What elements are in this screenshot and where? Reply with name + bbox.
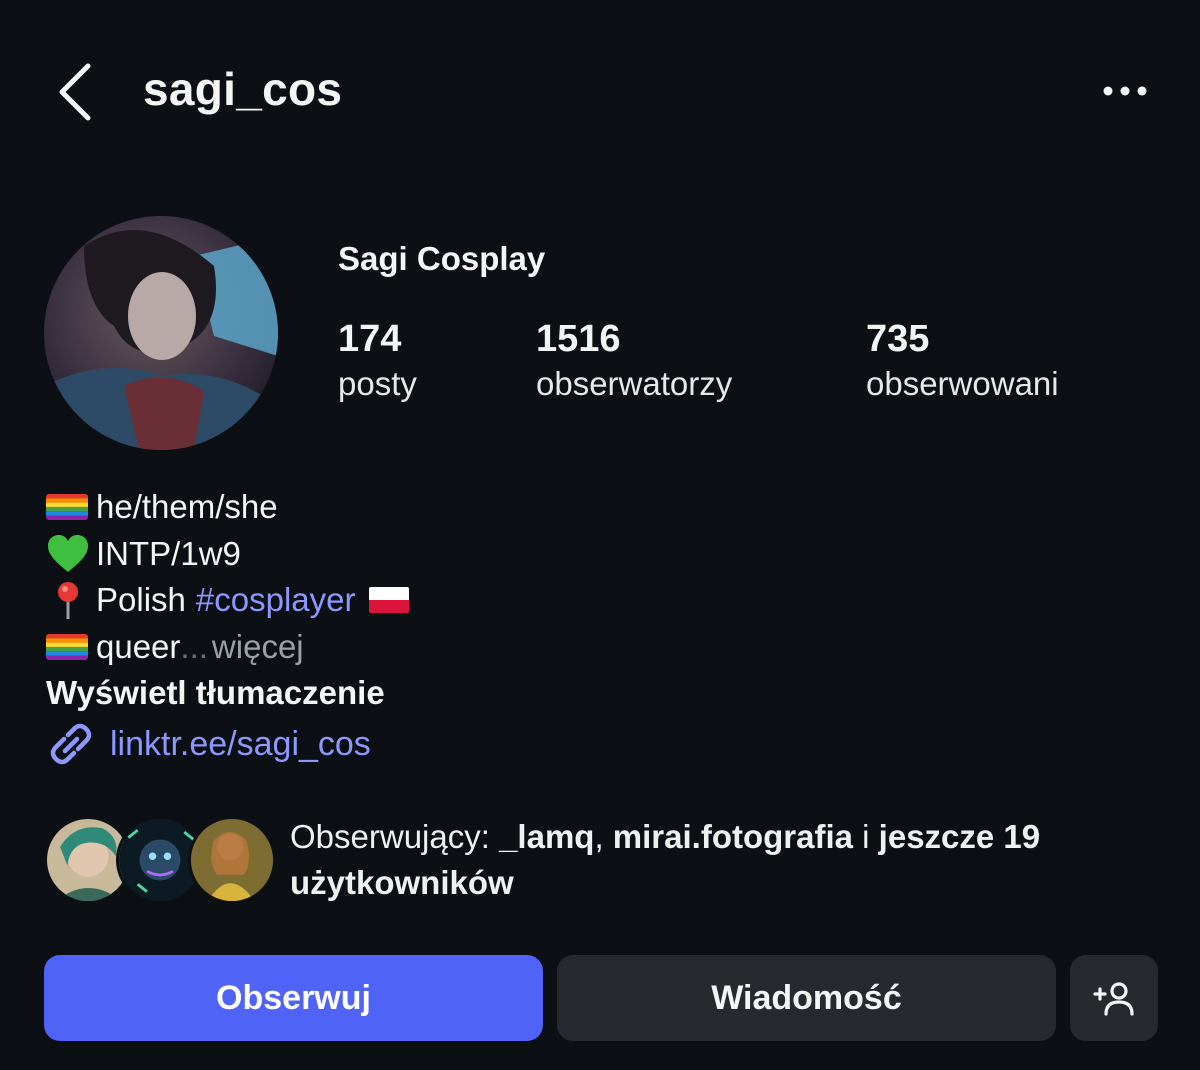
mutual-separator: , (594, 818, 613, 855)
translate-link[interactable]: Wyświetl tłumaczenie (46, 670, 409, 717)
profile-bio: he/them/she INTP/1w9 Polish #cosplayer q… (46, 484, 410, 768)
back-button[interactable] (54, 62, 98, 122)
more-horizontal-icon (1103, 86, 1147, 96)
profile-avatar[interactable] (44, 216, 278, 450)
mutual-avatar (188, 816, 276, 904)
link-icon (46, 723, 96, 765)
profile-actions: Obserwuj Wiadomość (44, 955, 1158, 1041)
mutual-prefix: Obserwujący: (290, 818, 500, 855)
rainbow-flag-icon (46, 494, 88, 521)
link-text: linktr.ee/sagi_cos (110, 724, 371, 763)
posts-label: posty (338, 365, 417, 402)
external-link[interactable]: linktr.ee/sagi_cos (46, 721, 409, 768)
more-options-button[interactable] (1100, 78, 1150, 104)
bio-line-identity: queer ... więcej (46, 624, 409, 671)
hashtag-link[interactable]: #cosplayer (196, 577, 356, 624)
mutual-user-link[interactable]: _lamq (499, 818, 594, 855)
bio-ellipsis: ... (180, 627, 208, 665)
followers-count: 1516 (536, 318, 621, 360)
following-count: 735 (866, 318, 930, 360)
bio-text: he/them/she (96, 488, 278, 525)
message-button[interactable]: Wiadomość (557, 955, 1056, 1041)
chevron-left-icon (59, 63, 91, 121)
profile-header: sagi_cos (0, 0, 1200, 180)
mutual-followers-text: Obserwujący: _lamq, mirai.fotografia i j… (290, 814, 1150, 906)
green-heart-icon (46, 534, 90, 574)
avatar-image (44, 216, 278, 450)
posts-stat[interactable]: 174 posty (338, 316, 417, 406)
following-stat[interactable]: 735 obserwowani (866, 316, 1059, 406)
posts-count: 174 (338, 318, 402, 360)
mutual-user-link[interactable]: mirai.fotografia (613, 818, 853, 855)
bio-line-pronouns: he/them/she (46, 484, 409, 531)
mutual-conjunction: i (853, 818, 879, 855)
bio-text: INTP/1w9 (96, 534, 241, 572)
bio-text: Polish (96, 581, 186, 618)
bio-line-type: INTP/1w9 (46, 531, 409, 578)
bio-line-location: Polish #cosplayer (46, 577, 410, 624)
pin-icon (46, 580, 90, 620)
mutual-followers[interactable]: Obserwujący: _lamq, mirai.fotografia i j… (44, 814, 1164, 914)
polish-flag-icon (369, 587, 410, 614)
following-label: obserwowani (866, 365, 1059, 402)
suggested-users-button[interactable] (1070, 955, 1158, 1041)
followers-stat[interactable]: 1516 obserwatorzy (536, 316, 732, 406)
page-title: sagi_cos (143, 63, 343, 115)
add-user-icon (1093, 982, 1134, 1016)
display-name: Sagi Cosplay (338, 240, 546, 277)
rainbow-flag-icon (46, 633, 88, 660)
bio-more-link[interactable]: więcej (212, 624, 304, 671)
bio-text: queer (96, 627, 181, 665)
follow-button[interactable]: Obserwuj (44, 955, 543, 1041)
followers-label: obserwatorzy (536, 365, 733, 402)
